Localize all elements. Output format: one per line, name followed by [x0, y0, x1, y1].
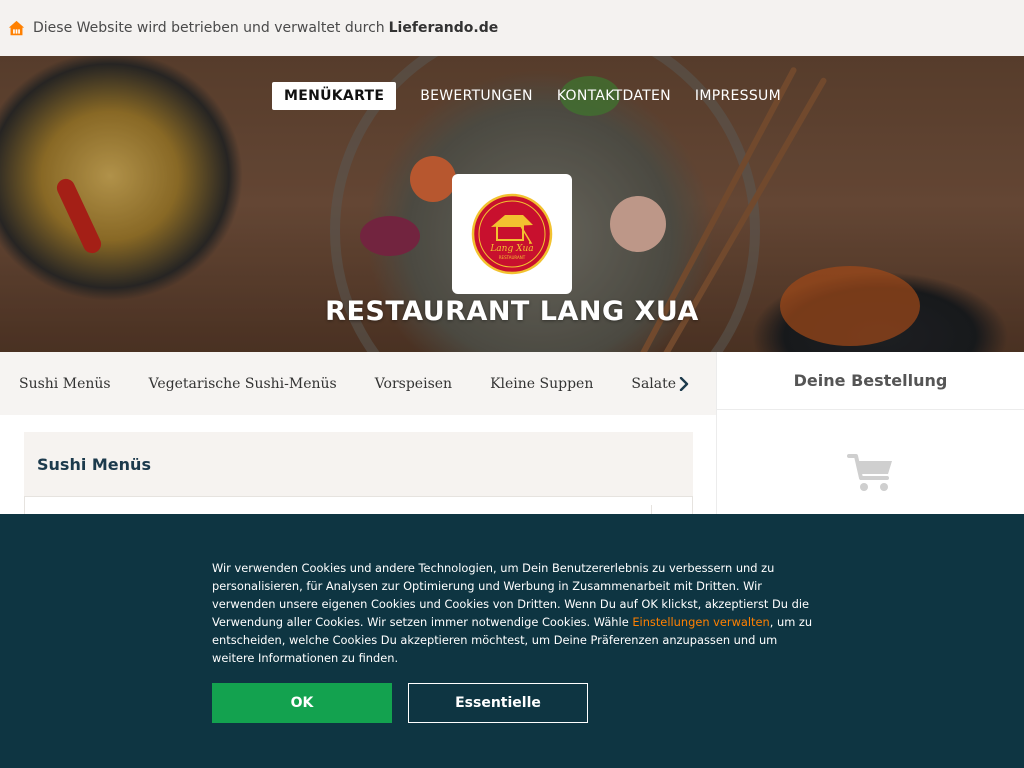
category-next-button[interactable] [672, 372, 696, 396]
svg-text:Lang Xua: Lang Xua [489, 244, 533, 254]
restaurant-logo-image: Lang Xua RESTAURANT [471, 193, 553, 275]
category-salate[interactable]: Salate [631, 376, 676, 392]
house-icon [8, 20, 25, 35]
cart-wrap [847, 452, 895, 498]
restaurant-logo: Lang Xua RESTAURANT [452, 174, 572, 294]
menu-item[interactable] [24, 496, 693, 517]
shopping-cart-icon [847, 454, 892, 491]
nav-impressum[interactable]: IMPRESSUM [683, 82, 793, 110]
cookie-banner: Wir verwenden Cookies und andere Technol… [0, 514, 1024, 768]
menu-section-header: Sushi Menüs [24, 432, 693, 496]
category-sushi-menus[interactable]: Sushi Menüs [19, 376, 111, 392]
order-title: Deine Bestellung [717, 352, 1024, 410]
notice-text: Diese Website wird betrieben und verwalt… [33, 20, 385, 36]
main-nav: MENÜKARTE BEWERTUNGEN KONTAKTDATEN IMPRE… [272, 82, 793, 110]
nav-menukarte[interactable]: MENÜKARTE [272, 82, 397, 110]
category-vorspeisen[interactable]: Vorspeisen [375, 376, 452, 392]
lieferando-link[interactable]: Lieferando.de [389, 20, 499, 36]
cookie-essential-button[interactable]: Essentielle [408, 683, 588, 723]
restaurant-name: RESTAURANT LANG XUA [325, 296, 699, 327]
svg-text:RESTAURANT: RESTAURANT [499, 255, 526, 260]
category-vegetarian-sushi[interactable]: Vegetarische Sushi-Menüs [149, 376, 337, 392]
cookie-ok-button[interactable]: OK [212, 683, 392, 723]
operator-notice-bar: Diese Website wird betrieben und verwalt… [0, 0, 1024, 56]
nav-bewertungen[interactable]: BEWERTUNGEN [408, 82, 545, 110]
hero-banner: MENÜKARTE BEWERTUNGEN KONTAKTDATEN IMPRE… [0, 56, 1024, 352]
nav-kontaktdaten[interactable]: KONTAKTDATEN [545, 82, 683, 110]
cookie-text: Wir verwenden Cookies und andere Technol… [212, 561, 813, 665]
category-kleine-suppen[interactable]: Kleine Suppen [490, 376, 593, 392]
category-bar: Sushi Menüs Vegetarische Sushi-Menüs Vor… [0, 352, 716, 415]
menu-area: Sushi Menüs [0, 415, 716, 517]
order-panel: Deine Bestellung [716, 352, 1024, 514]
manage-settings-link[interactable]: Einstellungen verwalten [632, 615, 769, 629]
chevron-right-icon [679, 377, 689, 391]
section-title: Sushi Menüs [37, 454, 151, 474]
